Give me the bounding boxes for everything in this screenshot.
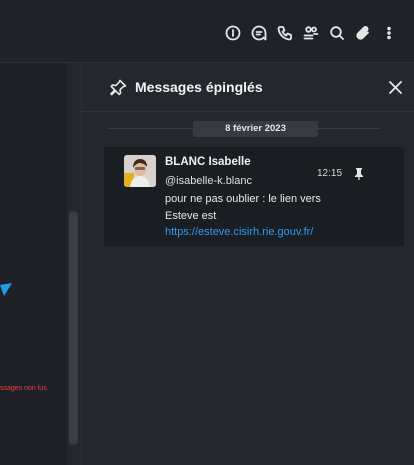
members-icon[interactable] bbox=[298, 22, 324, 44]
message-list bbox=[0, 63, 67, 465]
message-author[interactable]: BLANC Isabelle bbox=[165, 156, 251, 168]
panel-title: Messages épinglés bbox=[135, 79, 263, 95]
message-time: 12:15 bbox=[317, 168, 343, 179]
date-label: 8 février 2023 bbox=[193, 121, 318, 137]
header-actions bbox=[220, 22, 402, 44]
mouse-cursor-icon bbox=[0, 283, 12, 296]
info-icon[interactable] bbox=[220, 22, 246, 44]
date-divider-right bbox=[318, 128, 379, 129]
kebab-menu-icon[interactable] bbox=[376, 22, 402, 44]
search-icon[interactable] bbox=[324, 22, 350, 44]
pinned-message[interactable]: BLANC Isabelle 12:15 @isabelle-k.blanc p… bbox=[104, 147, 404, 246]
pin-icon bbox=[110, 79, 127, 96]
unread-messages-label[interactable]: ssages non lus bbox=[0, 385, 47, 392]
date-divider-left bbox=[109, 128, 193, 129]
message-text-line-2: Esteve est bbox=[165, 210, 217, 222]
call-icon[interactable] bbox=[272, 22, 298, 44]
chat-area: ssages non lus bbox=[0, 63, 81, 465]
threads-icon[interactable] bbox=[246, 22, 272, 44]
panel-header: Messages épinglés bbox=[82, 63, 414, 112]
close-button[interactable] bbox=[385, 77, 405, 97]
avatar[interactable] bbox=[124, 155, 156, 187]
message-link[interactable]: https://esteve.cisirh.rie.gouv.fr/ bbox=[165, 226, 313, 238]
message-handle: @isabelle-k.blanc bbox=[165, 175, 252, 187]
channel-header bbox=[0, 0, 414, 63]
message-text-line-1: pour ne pas oublier : le lien vers bbox=[165, 193, 321, 205]
attachment-icon[interactable] bbox=[350, 22, 376, 44]
close-icon bbox=[388, 80, 402, 94]
pinned-messages-panel: Messages épinglés 8 février 2023 BLANC I… bbox=[81, 63, 414, 465]
scrollbar-thumb[interactable] bbox=[69, 211, 78, 445]
date-separator: 8 février 2023 bbox=[109, 121, 379, 137]
pinned-pushpin-icon bbox=[354, 167, 364, 180]
